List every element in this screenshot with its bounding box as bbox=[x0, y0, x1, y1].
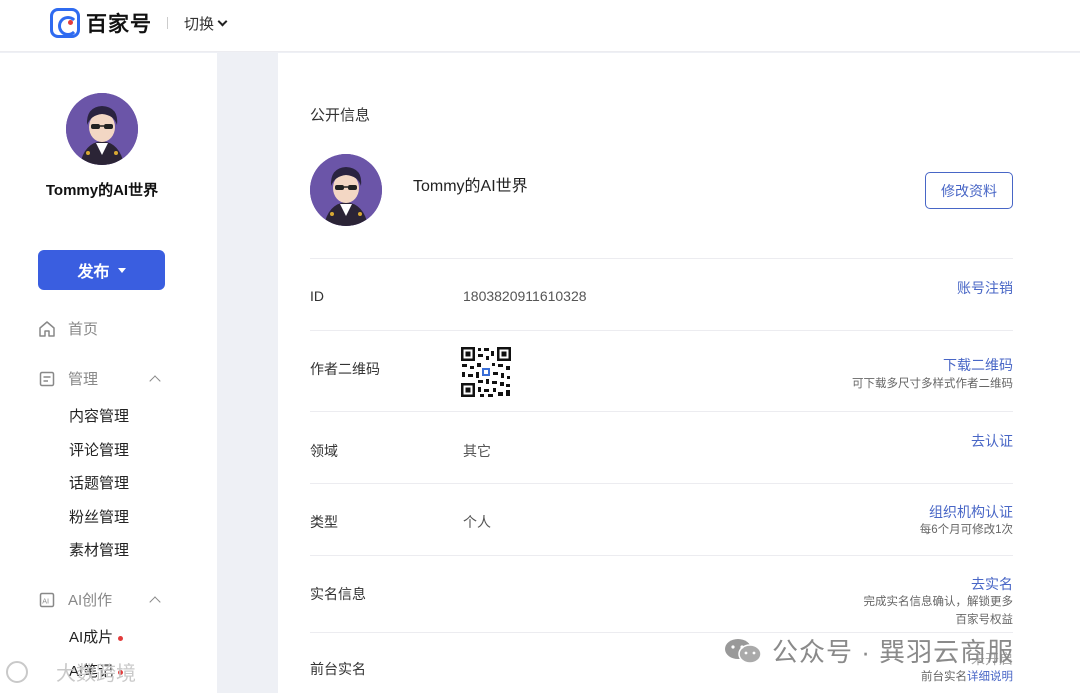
row-value: 个人 bbox=[463, 514, 491, 530]
public-realname-hint: 前台实名详细说明 bbox=[921, 668, 1013, 686]
hint-prefix: 前台实名 bbox=[921, 671, 967, 683]
watermark-text: 大数跨境 bbox=[56, 663, 136, 685]
document-icon bbox=[38, 370, 56, 388]
sidebar-item-home[interactable]: 首页 bbox=[38, 318, 98, 339]
type-hint: 每6个月可修改1次 bbox=[919, 524, 1013, 536]
edit-profile-button[interactable]: 修改资料 bbox=[925, 172, 1013, 209]
download-qrcode-link[interactable]: 下载二维码 bbox=[943, 355, 1013, 375]
realname-hint-line2: 百家号权益 bbox=[955, 614, 1014, 626]
row-label: 类型 bbox=[310, 514, 338, 530]
chevron-up-icon[interactable] bbox=[149, 596, 161, 608]
profile-avatar[interactable] bbox=[310, 154, 382, 226]
new-badge bbox=[118, 635, 124, 641]
qrcode-hint: 可下载多尺寸多样式作者二维码 bbox=[852, 378, 1013, 390]
sidebar-item-label: 首页 bbox=[68, 321, 99, 338]
caret-down-icon bbox=[117, 267, 126, 273]
sidebar-item-ai-create[interactable]: AI AI创作 bbox=[38, 589, 112, 610]
row-label: 前台实名 bbox=[310, 661, 366, 677]
sidebar-item-materials[interactable]: 素材管理 bbox=[69, 539, 129, 560]
sidebar-item-label: AI成片 bbox=[69, 629, 114, 646]
cancel-account-link[interactable]: 账号注销 bbox=[957, 278, 1013, 298]
realname-hint-line1: 完成实名信息确认，解锁更多 bbox=[863, 596, 1014, 608]
row-value: 其它 bbox=[463, 443, 491, 459]
main-panel: 公开信息 Tommy的AI世界 修改资料 ID 1803820911610328… bbox=[278, 53, 1080, 693]
sidebar-item-label: AI创作 bbox=[68, 592, 113, 609]
info-row-id: ID 1803820911610328 账号注销 bbox=[310, 258, 1013, 330]
sidebar-item-content[interactable]: 内容管理 bbox=[69, 405, 129, 426]
baijiahao-logo-icon bbox=[50, 8, 80, 38]
sidebar: Tommy的AI世界 发布 首页 管理 内容管理 评论管理 话题管理 粉丝管理 … bbox=[0, 53, 217, 693]
info-row-realname: 实名信息 去实名 完成实名信息确认，解锁更多 百家号权益 bbox=[310, 555, 1013, 632]
sidebar-item-label: 管理 bbox=[68, 371, 99, 388]
brand-watermark: 大数跨境 bbox=[6, 657, 136, 686]
sidebar-item-manage[interactable]: 管理 bbox=[38, 368, 98, 389]
wechat-icon bbox=[725, 638, 762, 664]
verify-domain-link[interactable]: 去认证 bbox=[971, 431, 1013, 451]
sidebar-item-comments[interactable]: 评论管理 bbox=[69, 439, 129, 460]
ai-icon: AI bbox=[38, 591, 56, 609]
row-label: 实名信息 bbox=[310, 586, 366, 602]
sidebar-user-name: Tommy的AI世界 bbox=[45, 182, 159, 199]
section-title: 公开信息 bbox=[310, 107, 371, 124]
info-row-type: 类型 个人 组织机构认证 每6个月可修改1次 bbox=[310, 483, 1013, 555]
qr-code-image bbox=[460, 346, 512, 398]
row-label: 领域 bbox=[310, 443, 338, 459]
info-row-domain: 领域 其它 去认证 bbox=[310, 411, 1013, 483]
svg-text:AI: AI bbox=[42, 597, 49, 605]
avatar[interactable] bbox=[66, 93, 138, 165]
row-label: ID bbox=[310, 288, 324, 304]
top-bar: 百家号 切换 bbox=[0, 0, 1080, 52]
baijiahao-logo[interactable]: 百家号 bbox=[50, 8, 152, 38]
chevron-down-icon bbox=[217, 16, 228, 27]
chevron-up-icon[interactable] bbox=[149, 375, 161, 387]
row-label: 作者二维码 bbox=[310, 361, 380, 377]
sidebar-item-topics[interactable]: 话题管理 bbox=[69, 472, 129, 493]
header-divider bbox=[167, 17, 168, 29]
details-link[interactable]: 详细说明 bbox=[967, 671, 1013, 683]
watermark-text: 公众号 · 巽羽云商服 bbox=[772, 637, 1015, 667]
wechat-watermark: 公众号 · 巽羽云商服 bbox=[724, 632, 1014, 669]
sidebar-item-fans[interactable]: 粉丝管理 bbox=[69, 506, 129, 527]
realname-verify-link[interactable]: 去实名 bbox=[971, 574, 1013, 594]
logo-text: 百家号 bbox=[86, 13, 152, 36]
home-icon bbox=[38, 320, 56, 338]
org-certification-link[interactable]: 组织机构认证 bbox=[929, 502, 1013, 522]
switch-label: 切换 bbox=[184, 16, 215, 33]
publish-button[interactable]: 发布 bbox=[38, 250, 165, 290]
switch-account-dropdown[interactable]: 切换 bbox=[184, 13, 228, 34]
watermark-logo-icon bbox=[6, 660, 28, 683]
publish-label: 发布 bbox=[77, 264, 110, 281]
info-row-qrcode: 作者二维码 下载二维码 可下载多尺寸多样式作者二维码 bbox=[310, 330, 1013, 411]
profile-name: Tommy的AI世界 bbox=[413, 178, 528, 195]
row-value: 1803820911610328 bbox=[463, 288, 587, 304]
sidebar-item-ai-video[interactable]: AI成片 bbox=[69, 626, 124, 647]
